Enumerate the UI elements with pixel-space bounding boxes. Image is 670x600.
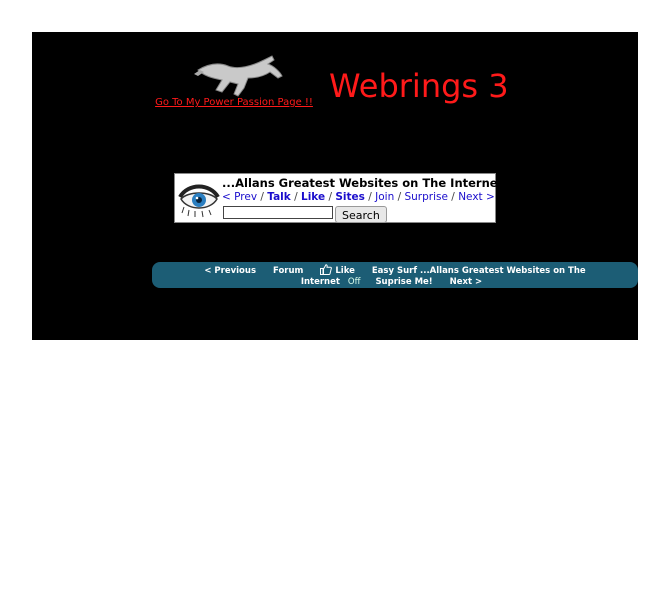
thumbs-up-icon [320, 264, 333, 275]
page-stage: Go To My Power Passion Page !! Webrings … [32, 32, 638, 340]
webring-prev-link[interactable]: < Prev [222, 191, 257, 203]
webring-next-link[interactable]: Next > [458, 191, 495, 203]
webring-search-button[interactable]: Search [335, 206, 387, 223]
webring-like-link[interactable]: Like [301, 191, 325, 203]
separator: / [294, 191, 301, 203]
webring-widget: ...Allans Greatest Websites on The Inter… [174, 173, 503, 223]
webring-title: ...Allans Greatest Websites on The Inter… [222, 176, 504, 190]
webring-toolbar: < Previous Forum Like Easy Surf ...Allan… [152, 262, 638, 288]
webring-search-input[interactable] [223, 206, 333, 219]
toolbar-easy-surf-link[interactable]: Easy Surf ...Allans Greatest Websites on… [372, 266, 586, 276]
toolbar-like-button[interactable]: Like [320, 264, 358, 276]
toolbar-internet-label: Internet [300, 277, 340, 287]
power-passion-link[interactable]: Go To My Power Passion Page !! [154, 96, 314, 109]
toolbar-forum-link[interactable]: Forum [273, 266, 303, 276]
webring-talk-link[interactable]: Talk [267, 191, 290, 203]
webring-nav: < Prev / Talk / Like / Sites / Join / Su… [222, 191, 495, 203]
eye-icon [178, 184, 220, 218]
toolbar-off-toggle[interactable]: Off [348, 277, 361, 287]
toolbar-previous-link[interactable]: < Previous [204, 266, 256, 276]
webring-surprise-link[interactable]: Surprise [404, 191, 447, 203]
webring-join-link[interactable]: Join [375, 191, 394, 203]
page-title: Webrings 3 [329, 67, 509, 105]
webring-sites-link[interactable]: Sites [335, 191, 365, 203]
toolbar-surprise-link[interactable]: Suprise Me! [375, 277, 432, 287]
toolbar-next-link[interactable]: Next > [450, 277, 483, 287]
mustang-logo-icon [194, 55, 283, 97]
toolbar-like-label: Like [335, 266, 355, 276]
